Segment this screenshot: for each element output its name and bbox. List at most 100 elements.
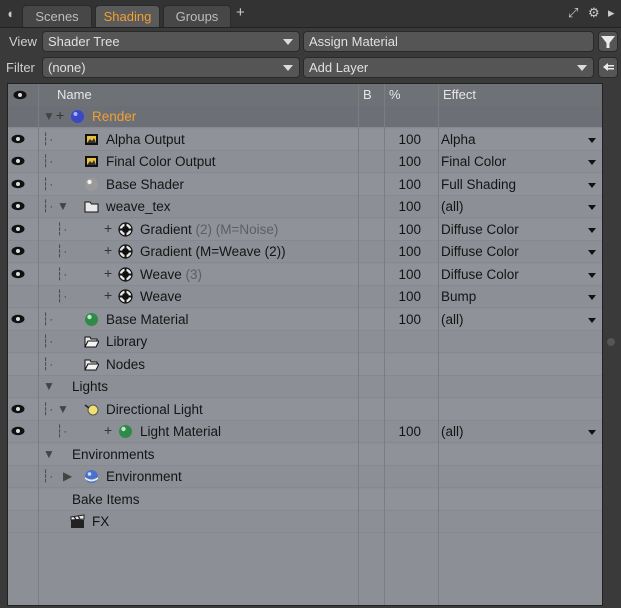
tree-row[interactable]: Lights ▼	[8, 376, 602, 398]
column-header-percent[interactable]: %	[389, 87, 401, 102]
chevron-down-icon[interactable]	[588, 295, 596, 300]
visibility-eye-icon[interactable]	[11, 134, 25, 144]
visibility-eye-icon[interactable]	[11, 314, 25, 324]
chevron-down-icon[interactable]	[588, 160, 596, 165]
column-header-effect[interactable]: Effect	[443, 87, 476, 102]
sphere-blue-icon	[71, 110, 84, 123]
chevron-down-icon[interactable]	[588, 182, 596, 188]
tree-row[interactable]: ┆· + Weave (3) 100 Diffuse Color	[8, 263, 602, 286]
visibility-eye-icon[interactable]	[11, 156, 25, 166]
row-effect[interactable]: Diffuse Color	[441, 244, 519, 259]
column-header-name[interactable]: Name	[57, 87, 92, 102]
chevron-down-icon[interactable]	[588, 227, 596, 233]
chevron-down-icon[interactable]	[588, 205, 596, 210]
chevron-down-icon[interactable]	[588, 272, 596, 278]
chevron-down-icon[interactable]	[588, 250, 596, 255]
assign-material-field[interactable]: Assign Material	[303, 31, 594, 52]
add-tab-icon[interactable]: +	[236, 4, 245, 21]
expand-triangle-icon[interactable]: ▼	[57, 402, 69, 416]
row-effect[interactable]: Final Color	[441, 154, 506, 169]
expand-plus-icon[interactable]: +	[56, 107, 64, 123]
visibility-eye-icon[interactable]	[11, 269, 25, 279]
view-label: View	[9, 34, 37, 49]
row-effect[interactable]: Alpha	[441, 132, 476, 147]
filter-funnel-button[interactable]	[598, 31, 618, 52]
expand-triangle-icon[interactable]: ▼	[43, 379, 55, 393]
tree-connector: ┆·	[56, 221, 68, 236]
row-name: Environment	[106, 469, 182, 484]
filter-select[interactable]: (none)	[42, 57, 300, 78]
chevron-down-icon	[577, 65, 587, 71]
tree-row[interactable]: ┆· + Light Material 100 (all)	[8, 421, 602, 443]
view-select[interactable]: Shader Tree	[42, 31, 300, 52]
tree-row[interactable]: ┆· Final Color Output 100 Final Color	[8, 151, 602, 173]
visibility-eye-icon[interactable]	[11, 201, 25, 211]
layer-options-button[interactable]	[598, 57, 618, 78]
expand-triangle-icon[interactable]: ▼	[57, 199, 69, 213]
panel-menu-icon[interactable]: ◖	[6, 6, 14, 21]
row-name: Final Color Output	[106, 154, 216, 169]
chevron-down-icon[interactable]	[588, 137, 596, 143]
row-name: Nodes	[106, 357, 145, 372]
row-percent: 100	[398, 424, 421, 439]
tree-row[interactable]: ┆· Base Shader 100 Full Shading	[8, 173, 602, 196]
vertical-scrollbar[interactable]	[603, 83, 619, 604]
tree-row[interactable]: ┆· + Weave 100 Bump	[8, 286, 602, 308]
tree-row[interactable]: Environments ▼	[8, 443, 602, 466]
row-effect[interactable]: Diffuse Color	[441, 222, 519, 237]
chevron-right-icon[interactable]: ▸	[608, 5, 615, 21]
visibility-eye-icon[interactable]	[11, 224, 25, 234]
tree-row[interactable]: + Render ▼	[8, 106, 602, 128]
row-name: Library	[106, 334, 147, 349]
tree-row[interactable]: ┆· + Gradient (M=Weave (2)) 100 Diffuse Colo…	[8, 241, 602, 263]
add-layer-select[interactable]: Add Layer	[303, 57, 594, 78]
visibility-eye-icon[interactable]	[11, 404, 25, 414]
expand-triangle-icon[interactable]: ▼	[43, 109, 55, 123]
row-effect[interactable]: (all)	[441, 424, 464, 439]
tree-row[interactable]: ┆· Library	[8, 331, 602, 353]
column-divider	[358, 84, 359, 605]
row-effect[interactable]: (all)	[441, 312, 464, 327]
expand-plus-icon[interactable]: +	[104, 220, 112, 236]
row-name-text: Alpha Output	[106, 131, 185, 147]
visibility-eye-icon[interactable]	[11, 426, 25, 436]
expand-plus-icon[interactable]: +	[104, 422, 112, 438]
tab-scenes[interactable]: Scenes	[22, 5, 92, 27]
row-name: Lights	[72, 379, 108, 394]
filter-row: Filter (none) Add Layer	[0, 55, 621, 80]
tab-shading[interactable]: Shading	[95, 5, 160, 27]
expand-triangle-icon[interactable]: ▼	[43, 447, 55, 461]
expand-plus-icon[interactable]: +	[104, 287, 112, 303]
column-header-b[interactable]: B	[363, 87, 372, 102]
expand-plus-icon[interactable]: +	[104, 242, 112, 258]
chevron-down-icon[interactable]	[588, 430, 596, 435]
row-effect[interactable]: Diffuse Color	[441, 267, 519, 282]
collapsed-triangle-icon[interactable]: ▶	[63, 469, 72, 483]
visibility-header-eye-icon[interactable]	[13, 90, 27, 100]
row-name: Environments	[72, 447, 155, 462]
tree-row[interactable]: ┆· weave_tex 100 (all) ▼	[8, 196, 602, 218]
chevron-down-icon[interactable]	[588, 317, 596, 323]
tree-row[interactable]: ┆· Nodes	[8, 353, 602, 376]
row-effect[interactable]: Full Shading	[441, 177, 516, 192]
tab-groups[interactable]: Groups	[163, 5, 231, 27]
gear-icon[interactable]: ⚙	[588, 5, 600, 21]
tree-row[interactable]: FX	[8, 511, 602, 533]
scrollbar-grip[interactable]	[607, 338, 615, 346]
tree-row[interactable]: ┆· Environment ▶	[8, 466, 602, 488]
expand-icon[interactable]: ⤢	[568, 5, 578, 21]
tree-connector: ┆·	[42, 356, 54, 371]
tree-row[interactable]: ┆· Base Material 100 (all)	[8, 308, 602, 331]
visibility-eye-icon[interactable]	[11, 179, 25, 189]
tree-row[interactable]: ┆· Directional Light ▼	[8, 398, 602, 421]
row-percent: 100	[398, 176, 421, 192]
row-effect[interactable]: (all)	[441, 199, 464, 214]
row-effect[interactable]: Bump	[441, 289, 476, 304]
tree-row[interactable]: Bake Items	[8, 488, 602, 511]
expand-plus-icon[interactable]: +	[104, 265, 112, 281]
visibility-eye-icon[interactable]	[11, 246, 25, 256]
tree-row[interactable]: ┆· Alpha Output 100 Alpha	[8, 128, 602, 151]
tree-row[interactable]: ┆· + Gradient (2) (M=Noise) 100 Diffuse Colo…	[8, 218, 602, 241]
list-arrow-icon	[603, 63, 614, 71]
sphere-green-icon	[85, 312, 98, 326]
